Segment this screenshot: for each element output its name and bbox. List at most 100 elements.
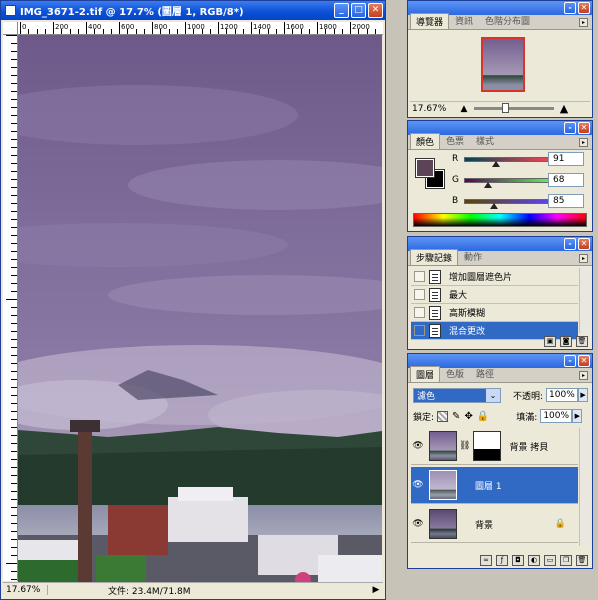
layer-thumbnail xyxy=(429,431,457,461)
tab-color[interactable]: 顏色 xyxy=(410,133,441,149)
tab-swatches[interactable]: 色票 xyxy=(440,132,470,149)
layer-row[interactable]: 👁 圖層 1 xyxy=(411,467,578,504)
eye-icon[interactable]: 👁 xyxy=(411,480,425,490)
history-state-icon xyxy=(429,287,441,302)
history-source-checkbox[interactable] xyxy=(414,289,425,300)
minimize-button[interactable]: - xyxy=(564,355,576,367)
history-item[interactable]: 增加圖層遮色片 xyxy=(411,268,578,286)
history-item[interactable]: 高斯模糊 xyxy=(411,304,578,322)
history-item[interactable]: 最大 xyxy=(411,286,578,304)
layers-tabs: 圖層 色版 路徑 ▸ xyxy=(408,365,592,383)
fill-input[interactable]: 100% xyxy=(540,409,573,423)
channel-value-input[interactable]: 85 xyxy=(548,194,584,208)
close-button[interactable]: ✕ xyxy=(578,122,590,134)
minimize-button[interactable]: - xyxy=(564,2,576,14)
slider-track[interactable] xyxy=(464,177,554,183)
close-button[interactable]: ✕ xyxy=(578,238,590,250)
image-canvas[interactable] xyxy=(18,35,382,584)
panel-menu-icon[interactable]: ▸ xyxy=(579,18,588,27)
link-layers-icon[interactable]: ∞ xyxy=(480,555,492,566)
trash-icon[interactable]: 🗑 xyxy=(576,336,588,347)
slider-thumb[interactable] xyxy=(484,182,493,188)
new-document-from-state-icon[interactable]: ▣ xyxy=(544,336,556,347)
tab-channels[interactable]: 色版 xyxy=(440,365,470,382)
channel-label: B xyxy=(452,196,459,206)
lock-row: 鎖定: ✎ ✥ 🔒 填滿: 100% ▶ xyxy=(413,408,589,424)
channel-label: G xyxy=(452,175,459,185)
chevron-down-icon[interactable]: ⌄ xyxy=(486,388,500,402)
tab-styles[interactable]: 樣式 xyxy=(470,132,500,149)
blend-mode-select[interactable]: 濾色 ⌄ xyxy=(413,387,501,403)
close-button[interactable]: ✕ xyxy=(368,3,383,18)
lock-position-icon[interactable]: ✥ xyxy=(464,411,472,422)
adjustment-layer-icon[interactable]: ◐ xyxy=(528,555,540,566)
fill-arrow-icon[interactable]: ▶ xyxy=(572,409,583,423)
new-layer-icon[interactable]: ❐ xyxy=(560,555,572,566)
tab-info[interactable]: 資訊 xyxy=(449,12,479,29)
layers-scrollbar[interactable] xyxy=(579,428,590,546)
opacity-input[interactable]: 100% xyxy=(546,388,579,402)
navigator-zoom-value[interactable]: 17.67% xyxy=(410,104,458,114)
channel-label: R xyxy=(452,154,459,164)
tab-history[interactable]: 步驟記錄 xyxy=(410,249,459,265)
add-mask-icon[interactable]: ◘ xyxy=(512,555,524,566)
slider-thumb[interactable] xyxy=(492,161,501,167)
tab-actions[interactable]: 動作 xyxy=(458,248,488,265)
tab-histogram[interactable]: 色階分布圖 xyxy=(479,12,536,29)
zoom-slider-thumb[interactable] xyxy=(502,103,509,113)
lock-all-icon[interactable]: 🔒 xyxy=(477,411,489,422)
close-button[interactable]: ✕ xyxy=(578,355,590,367)
layer-style-icon[interactable]: ƒ xyxy=(496,555,508,566)
color-spectrum-bar[interactable] xyxy=(413,213,587,227)
minimize-button[interactable]: - xyxy=(564,122,576,134)
opacity-arrow-icon[interactable]: ▶ xyxy=(578,388,589,402)
status-bar: 17.67% 文件: 23.4M/71.8M ▶ xyxy=(3,582,383,597)
zoom-in-icon[interactable]: ▲ xyxy=(558,102,570,115)
close-button[interactable]: ✕ xyxy=(578,2,590,14)
zoom-out-icon[interactable]: ▲ xyxy=(458,104,470,114)
layer-row[interactable]: 👁 ⛓ 背景 拷貝 xyxy=(411,428,578,465)
slider-thumb[interactable] xyxy=(489,203,498,209)
status-menu-arrow-icon[interactable]: ▶ xyxy=(369,585,383,595)
history-source-checkbox[interactable] xyxy=(414,307,425,318)
vertical-ruler[interactable] xyxy=(3,35,18,581)
link-icon[interactable]: ⛓ xyxy=(459,441,470,451)
horizontal-ruler[interactable]: 0200400600800100012001400160018002000220… xyxy=(18,22,383,35)
tab-paths[interactable]: 路徑 xyxy=(470,365,500,382)
history-item-label: 混合更改 xyxy=(449,327,486,337)
blend-mode-value: 濾色 xyxy=(417,391,436,402)
image-window: IMG_3671-2.tif @ 17.7% (圖層 1, RGB/8*) _ … xyxy=(0,0,386,600)
status-zoom[interactable]: 17.67% xyxy=(3,585,48,595)
foreground-color-swatch[interactable] xyxy=(415,158,435,178)
color-body: R 91 G 68 B 85 xyxy=(408,152,592,212)
layer-row[interactable]: 👁 背景 🔒 xyxy=(411,506,578,543)
new-snapshot-icon[interactable]: ◙ xyxy=(560,336,572,347)
panel-menu-icon[interactable]: ▸ xyxy=(579,254,588,263)
image-window-titlebar[interactable]: IMG_3671-2.tif @ 17.7% (圖層 1, RGB/8*) _ … xyxy=(1,1,385,20)
history-source-checkbox[interactable] xyxy=(414,325,425,336)
history-source-checkbox[interactable] xyxy=(414,271,425,282)
lock-transparency-icon[interactable] xyxy=(437,410,449,422)
ruler-corner[interactable] xyxy=(3,22,18,35)
layer-mask-thumbnail[interactable] xyxy=(473,431,502,461)
panel-menu-icon[interactable]: ▸ xyxy=(579,138,588,147)
minimize-button[interactable]: _ xyxy=(334,3,349,18)
trash-icon[interactable]: 🗑 xyxy=(576,555,588,566)
tab-layers[interactable]: 圖層 xyxy=(410,366,441,382)
maximize-button[interactable]: □ xyxy=(351,3,366,18)
slider-track[interactable] xyxy=(464,156,554,162)
lock-pixels-icon[interactable]: ✎ xyxy=(452,411,460,422)
eye-icon[interactable]: 👁 xyxy=(411,441,425,451)
panel-menu-icon[interactable]: ▸ xyxy=(579,371,588,380)
lock-label: 鎖定: xyxy=(413,412,435,423)
new-group-icon[interactable]: ▭ xyxy=(544,555,556,566)
eye-icon[interactable]: 👁 xyxy=(411,519,425,529)
navigator-thumbnail[interactable] xyxy=(481,37,525,92)
slider-track[interactable] xyxy=(464,198,554,204)
zoom-slider[interactable] xyxy=(474,103,554,113)
minimize-button[interactable]: - xyxy=(564,238,576,250)
channel-value-input[interactable]: 91 xyxy=(548,152,584,166)
channel-value-input[interactable]: 68 xyxy=(548,173,584,187)
history-scrollbar[interactable] xyxy=(579,268,590,333)
tab-navigator[interactable]: 導覽器 xyxy=(410,13,450,29)
